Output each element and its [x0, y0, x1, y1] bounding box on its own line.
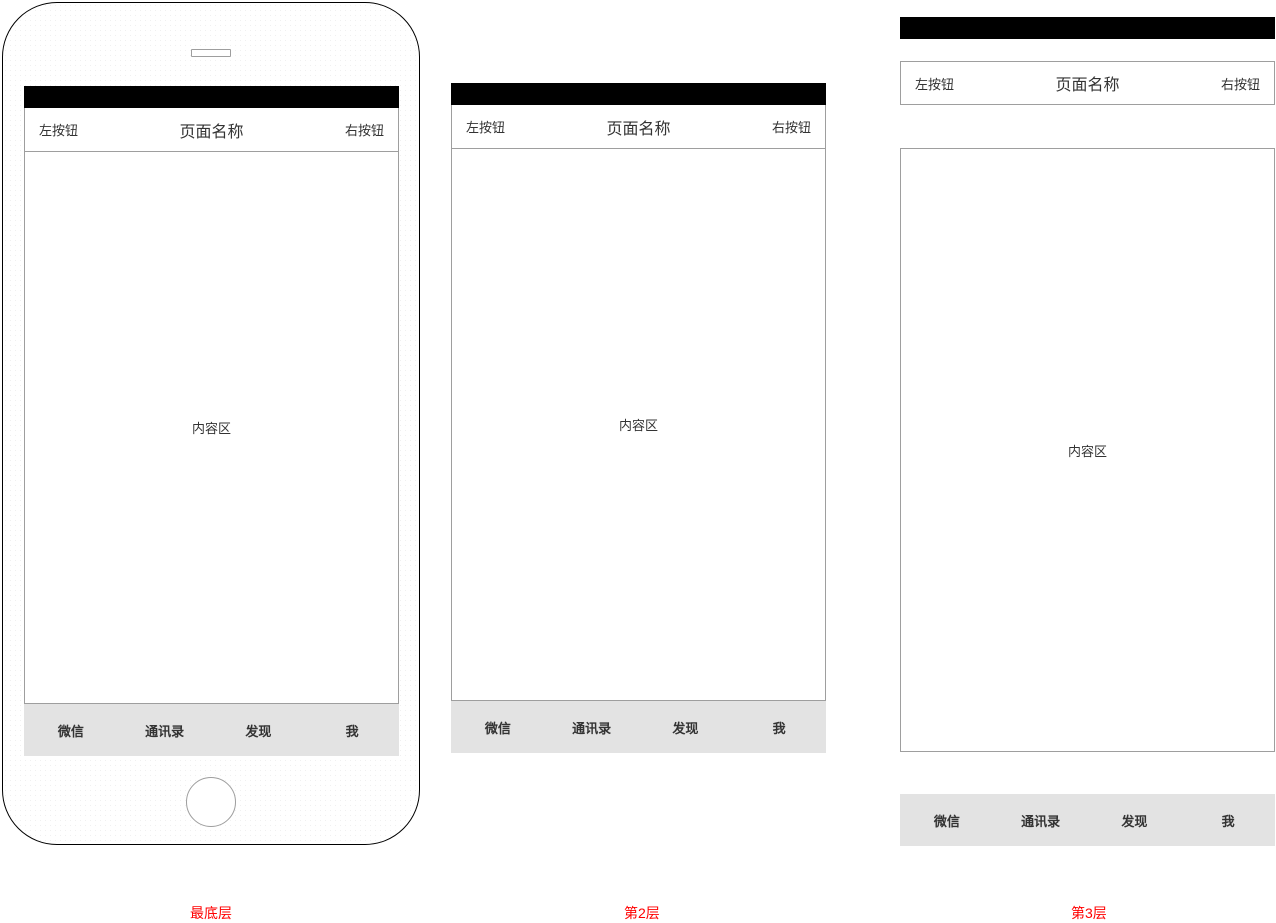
tab-discover[interactable]: 发现 — [212, 721, 306, 740]
nav-bar: 左按钮 页面名称 右按钮 — [900, 61, 1275, 105]
nav-title: 页面名称 — [606, 115, 670, 139]
caption-layer1: 最底层 — [190, 903, 232, 923]
status-bar — [24, 86, 399, 108]
layer1-screen: 左按钮 页面名称 右按钮 内容区 微信 通讯录 发现 我 — [24, 86, 399, 756]
tab-bar: 微信 通讯录 发现 我 — [900, 794, 1275, 846]
tab-me[interactable]: 我 — [1181, 811, 1275, 830]
content-area: 内容区 — [451, 149, 826, 701]
nav-right-button[interactable]: 右按钮 — [345, 120, 384, 139]
nav-bar: 左按钮 页面名称 右按钮 — [451, 105, 826, 149]
tab-me[interactable]: 我 — [732, 718, 826, 737]
tab-wechat[interactable]: 微信 — [451, 718, 545, 737]
tab-contacts[interactable]: 通讯录 — [118, 721, 212, 740]
caption-layer3: 第3层 — [1071, 903, 1107, 923]
tab-discover[interactable]: 发现 — [639, 718, 733, 737]
content-label: 内容区 — [619, 415, 658, 434]
caption-layer2: 第2层 — [624, 903, 660, 923]
nav-title: 页面名称 — [179, 118, 243, 142]
phone-earpiece — [191, 49, 231, 57]
layer2-screen: 左按钮 页面名称 右按钮 内容区 微信 通讯录 发现 我 — [451, 83, 826, 753]
status-bar — [451, 83, 826, 105]
content-label: 内容区 — [192, 418, 231, 437]
tab-me[interactable]: 我 — [305, 721, 399, 740]
tab-wechat[interactable]: 微信 — [900, 811, 994, 830]
phone-home-button[interactable] — [186, 777, 236, 827]
tab-discover[interactable]: 发现 — [1088, 811, 1182, 830]
tab-wechat[interactable]: 微信 — [24, 721, 118, 740]
tab-bar: 微信 通讯录 发现 我 — [451, 701, 826, 753]
tab-bar: 微信 通讯录 发现 我 — [24, 704, 399, 756]
nav-left-button[interactable]: 左按钮 — [466, 117, 505, 136]
nav-title: 页面名称 — [1055, 71, 1119, 95]
nav-left-button[interactable]: 左按钮 — [915, 74, 954, 93]
tab-contacts[interactable]: 通讯录 — [994, 811, 1088, 830]
content-area: 内容区 — [900, 148, 1275, 752]
phone-frame: 左按钮 页面名称 右按钮 内容区 微信 通讯录 发现 我 — [2, 2, 420, 845]
nav-right-button[interactable]: 右按钮 — [1221, 74, 1260, 93]
tab-contacts[interactable]: 通讯录 — [545, 718, 639, 737]
nav-right-button[interactable]: 右按钮 — [772, 117, 811, 136]
nav-bar: 左按钮 页面名称 右按钮 — [24, 108, 399, 152]
nav-left-button[interactable]: 左按钮 — [39, 120, 78, 139]
content-label: 内容区 — [1068, 441, 1107, 460]
content-area: 内容区 — [24, 152, 399, 704]
status-bar — [900, 17, 1275, 39]
